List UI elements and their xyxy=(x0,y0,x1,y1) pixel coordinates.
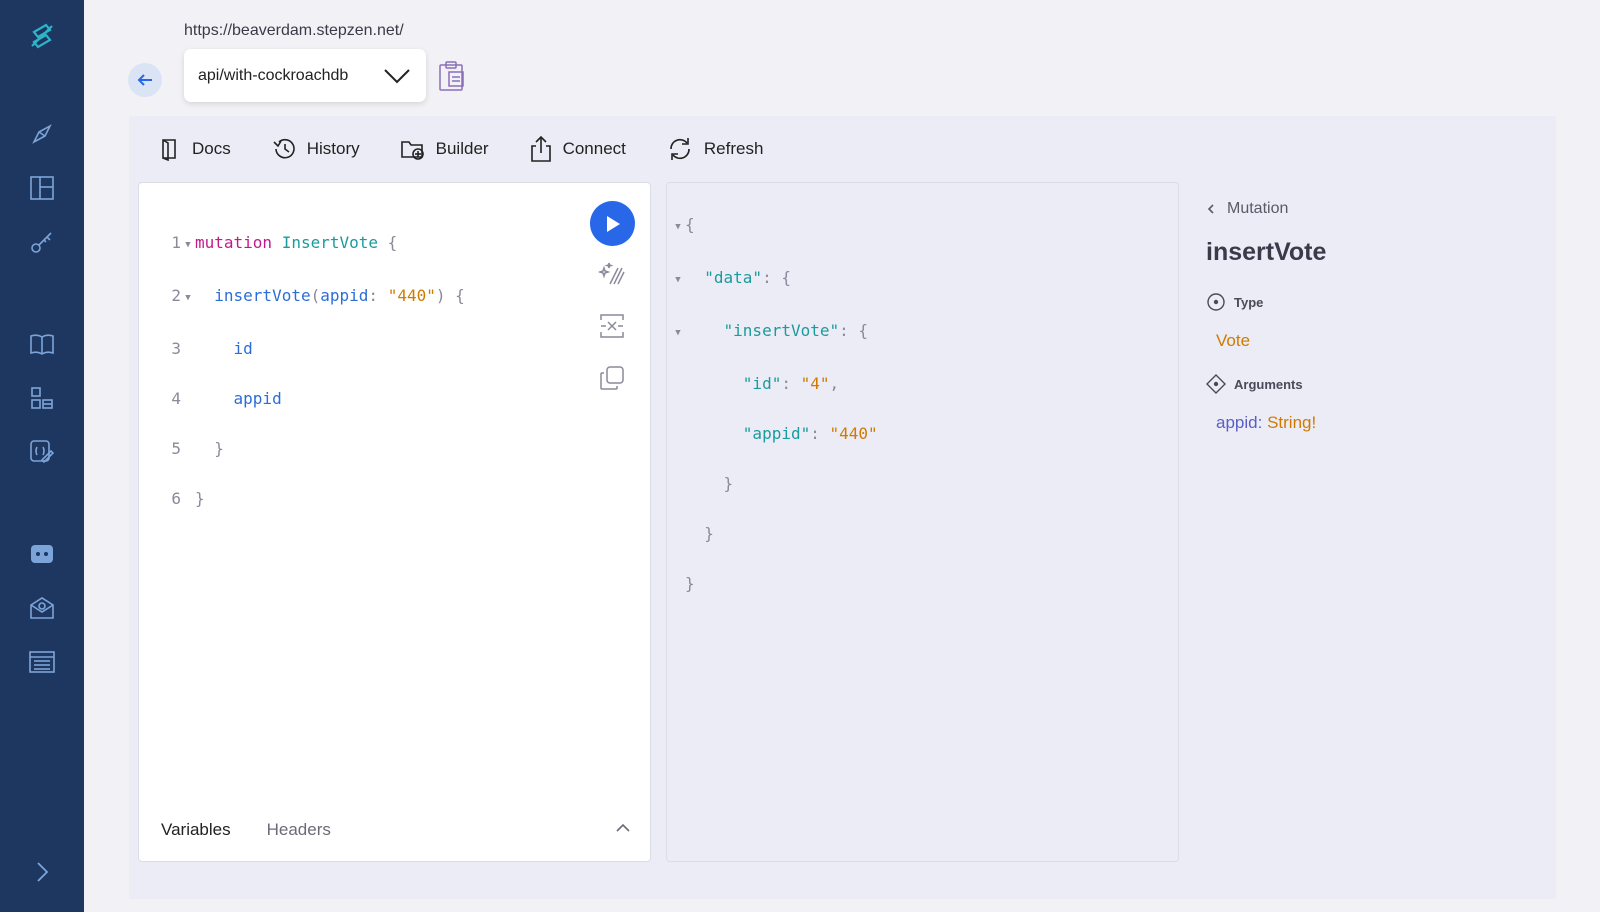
type-link[interactable]: Vote xyxy=(1216,331,1250,351)
argument-item[interactable]: appid: String! xyxy=(1216,413,1316,433)
discord-icon[interactable] xyxy=(26,538,58,570)
type-icon xyxy=(1207,293,1225,311)
endpoint-select[interactable]: api/with-cockroachdb xyxy=(184,49,426,102)
code-line: 5 } xyxy=(171,439,224,458)
result-code: ▼{ ▼ "data": { ▼ "insertVote": { "id": "… xyxy=(671,187,878,646)
type-section-heading: Type xyxy=(1206,292,1263,312)
code-line: } xyxy=(704,524,714,543)
editor-footer: Variables Headers xyxy=(139,799,650,861)
fold-arrow-icon[interactable]: ▼ xyxy=(181,233,195,258)
fold-arrow-icon[interactable]: ▼ xyxy=(671,268,685,293)
argument-name: appid: xyxy=(1216,413,1263,432)
back-button[interactable] xyxy=(128,63,162,97)
arguments-label: Arguments xyxy=(1234,376,1303,392)
code-line: ▼ "insertVote": { xyxy=(671,318,878,346)
code-line: "appid": "440" xyxy=(742,424,878,443)
refresh-button[interactable]: Refresh xyxy=(666,136,764,162)
argument-type[interactable]: String! xyxy=(1267,413,1316,432)
chevron-up-icon[interactable] xyxy=(616,823,630,833)
fold-arrow-icon[interactable]: ▼ xyxy=(671,215,685,240)
key-icon[interactable] xyxy=(26,226,58,258)
docs-label: Docs xyxy=(192,139,231,158)
docs-title: insertVote xyxy=(1206,238,1327,266)
share-icon xyxy=(530,135,551,162)
stepzen-logo-icon[interactable] xyxy=(26,20,58,52)
code-line: 1 ▼ mutation InsertVote { xyxy=(157,230,465,258)
sidebar xyxy=(0,0,84,912)
tab-variables[interactable]: Variables xyxy=(161,820,231,840)
endpoint-url: https://beaverdam.stepzen.net/ xyxy=(184,22,404,39)
endpoint-select-value: api/with-cockroachdb xyxy=(198,66,349,84)
docs-icon xyxy=(162,139,176,161)
book-icon[interactable] xyxy=(26,328,58,360)
chevron-down-icon xyxy=(384,69,410,84)
code-line: "id": "4", xyxy=(742,374,840,393)
code-line: } xyxy=(685,574,695,593)
code-line: ▼{ xyxy=(671,212,878,240)
breadcrumb-label: Mutation xyxy=(1227,200,1289,217)
layout-icon[interactable] xyxy=(26,172,58,204)
builder-button[interactable]: Builder xyxy=(400,137,489,161)
code-line: 4 appid xyxy=(171,389,282,408)
clipboard-icon xyxy=(439,61,464,91)
query-editor[interactable]: 1 ▼ mutation InsertVote { 2 ▼ insertVote(ap… xyxy=(138,182,651,862)
toolbar: Docs History Builder Connect Refresh xyxy=(160,134,803,164)
explorer-icon[interactable] xyxy=(26,118,58,150)
result-viewer[interactable]: ▼{ ▼ "data": { ▼ "insertVote": { "id": "… xyxy=(666,182,1179,862)
history-button[interactable]: History xyxy=(271,137,360,161)
connect-button[interactable]: Connect xyxy=(529,135,626,163)
merge-icon xyxy=(600,314,624,338)
mail-icon[interactable] xyxy=(26,592,58,624)
expand-icon[interactable] xyxy=(26,856,58,888)
docs-explorer: Mutation xyxy=(1205,200,1288,218)
copy-query-button[interactable] xyxy=(597,363,627,393)
query-code[interactable]: 1 ▼ mutation InsertVote { 2 ▼ insertVote(ap… xyxy=(157,205,465,561)
chevron-left-icon xyxy=(1207,204,1214,214)
play-icon xyxy=(606,215,620,232)
arguments-section-heading: Arguments xyxy=(1206,374,1303,394)
code-line: 2 ▼ insertVote(appid: "440") { xyxy=(157,283,464,311)
type-label: Type xyxy=(1234,294,1264,310)
merge-fragments-button[interactable] xyxy=(597,311,627,341)
tab-headers[interactable]: Headers xyxy=(267,820,331,840)
blocks-icon[interactable] xyxy=(26,382,58,414)
arrow-left-icon xyxy=(137,74,152,86)
argument-icon xyxy=(1206,374,1226,394)
code-line: 3 id xyxy=(171,339,253,358)
code-line: 6} xyxy=(171,489,205,508)
docs-breadcrumb[interactable]: Mutation xyxy=(1205,200,1288,218)
schema-icon[interactable] xyxy=(26,436,58,468)
table-icon[interactable] xyxy=(26,646,58,678)
builder-icon xyxy=(400,141,424,160)
run-button[interactable] xyxy=(590,201,635,246)
fold-arrow-icon[interactable]: ▼ xyxy=(181,286,195,311)
copy-url-button[interactable] xyxy=(438,60,466,97)
code-line: ▼ "data": { xyxy=(671,265,878,293)
refresh-icon xyxy=(670,138,690,160)
magic-wand-icon xyxy=(598,262,625,285)
copy-icon xyxy=(600,366,624,390)
connect-label: Connect xyxy=(562,139,626,158)
history-label: History xyxy=(306,139,360,158)
refresh-label: Refresh xyxy=(703,139,764,158)
code-line: } xyxy=(723,474,734,493)
fold-arrow-icon[interactable]: ▼ xyxy=(671,321,685,346)
builder-label: Builder xyxy=(435,139,489,158)
docs-button[interactable]: Docs xyxy=(160,137,231,161)
prettify-button[interactable] xyxy=(597,259,627,289)
history-icon xyxy=(273,138,295,159)
